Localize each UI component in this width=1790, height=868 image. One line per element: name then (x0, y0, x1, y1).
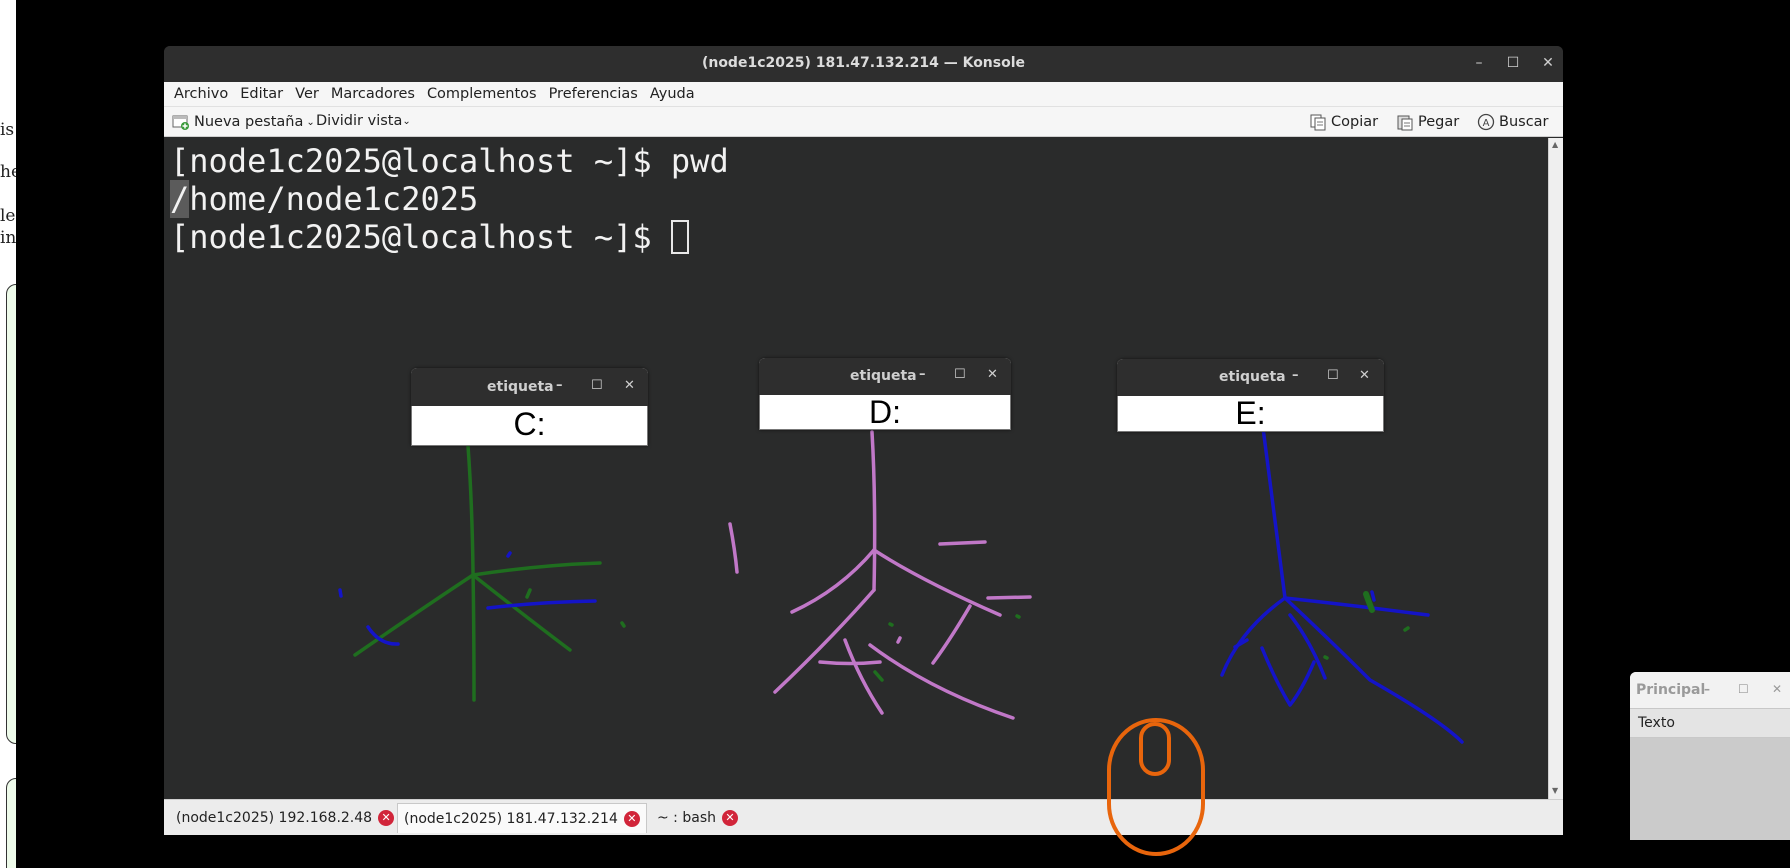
new-tab-label: Nueva pestaña (194, 114, 304, 130)
close-icon[interactable]: ✕ (1539, 54, 1557, 72)
terminal-output: home/node1c2025 (189, 180, 479, 218)
etiqueta-window-c: etiqueta – ☐ ✕ C: (411, 368, 648, 446)
principal-titlebar[interactable]: Principal – ☐ ✕ (1630, 672, 1790, 708)
paste-label: Pegar (1418, 114, 1460, 130)
etiqueta-window-d: etiqueta – ☐ ✕ D: (759, 358, 1011, 430)
svg-text:A: A (1483, 118, 1490, 129)
copy-label: Copiar (1331, 114, 1379, 130)
close-tab-icon[interactable]: ✕ (623, 810, 640, 827)
copy-icon (1310, 114, 1326, 131)
paste-button[interactable]: Pegar (1396, 113, 1459, 131)
terminal-scrollbar[interactable]: ▲ ▼ (1548, 138, 1563, 799)
terminal-prompt: [node1c2025@localhost ~]$ (170, 218, 671, 256)
tab-session-2[interactable]: (node1c2025) 181.47.132.214 ✕ (397, 803, 647, 833)
principal-label: Texto (1630, 708, 1790, 738)
selected-char: / (170, 180, 190, 218)
close-icon[interactable]: ✕ (1359, 368, 1370, 383)
close-tab-icon[interactable]: ✕ (721, 810, 738, 826)
tab-session-3[interactable]: ~ : bash ✕ (651, 806, 744, 830)
etiqueta-label: C: (411, 406, 648, 446)
menu-preferencias[interactable]: Preferencias (543, 82, 644, 102)
minimize-icon[interactable]: – (1704, 682, 1710, 696)
menu-bar: Archivo Editar Ver Marcadores Complementos Pr… (164, 82, 1563, 107)
window-titlebar[interactable]: (node1c2025) 181.47.132.214 — Konsole – … (164, 46, 1563, 82)
menu-ver[interactable]: Ver (289, 82, 325, 102)
menu-ayuda[interactable]: Ayuda (644, 82, 701, 102)
tab-bar: (node1c2025) 192.168.2.48 ✕ (node1c2025) … (164, 799, 1563, 835)
etiqueta-titlebar[interactable]: etiqueta – ☐ ✕ (759, 358, 1011, 395)
doc-text-fragment: ing (0, 228, 16, 248)
etiqueta-window-e: etiqueta – ☐ ✕ E: (1117, 359, 1384, 432)
scroll-down-icon[interactable]: ▼ (1552, 786, 1558, 795)
maximize-icon[interactable]: ☐ (954, 367, 966, 382)
minimize-icon[interactable]: – (556, 378, 563, 393)
dropdown-arrow-icon: ⌄ (402, 115, 411, 127)
tab-label: (node1c2025) 192.168.2.48 (176, 810, 373, 826)
etiqueta-title: etiqueta (487, 379, 554, 395)
new-tab-icon (172, 115, 189, 130)
menu-complementos[interactable]: Complementos (421, 82, 543, 102)
minimize-icon[interactable]: – (1470, 54, 1488, 72)
konsole-window: (node1c2025) 181.47.132.214 — Konsole – … (164, 46, 1563, 835)
terminal-line: [node1c2025@localhost ~]$ (170, 218, 689, 256)
dropdown-arrow-icon: ⌄ (306, 116, 315, 128)
menu-editar[interactable]: Editar (234, 82, 289, 102)
maximize-icon[interactable]: ☐ (1504, 54, 1522, 72)
close-icon[interactable]: ✕ (1772, 682, 1782, 696)
doc-box (6, 778, 16, 868)
doc-text-fragment: her (0, 162, 16, 182)
doc-text-fragment: is (0, 120, 15, 140)
terminal-cursor (670, 220, 689, 254)
close-tab-icon[interactable]: ✕ (378, 810, 395, 826)
terminal-line: [node1c2025@localhost ~]$ pwd (170, 142, 729, 180)
doc-box (6, 284, 16, 744)
etiqueta-label: D: (759, 395, 1011, 430)
window-title: (node1c2025) 181.47.132.214 — Konsole (701, 55, 1026, 71)
maximize-icon[interactable]: ☐ (1738, 682, 1749, 696)
paste-icon (1397, 115, 1413, 131)
menu-archivo[interactable]: Archivo (168, 82, 234, 102)
toolbar: Nueva pestaña ⌄ Dividir vista ⌄ Copiar Peg… (164, 107, 1563, 137)
terminal-area[interactable]: [node1c2025@localhost ~]$ pwd /home/node… (164, 138, 1548, 799)
find-label: Buscar (1499, 114, 1549, 130)
etiqueta-titlebar[interactable]: etiqueta – ☐ ✕ (1117, 359, 1384, 396)
minimize-icon[interactable]: – (1292, 368, 1299, 383)
etiqueta-label: E: (1117, 396, 1384, 432)
close-icon[interactable]: ✕ (624, 378, 635, 393)
menu-marcadores[interactable]: Marcadores (325, 82, 421, 102)
doc-text-fragment: lea (0, 206, 16, 226)
tab-label: ~ : bash (657, 810, 716, 826)
principal-window: Principal – ☐ ✕ Texto (1630, 672, 1790, 840)
etiqueta-titlebar[interactable]: etiqueta – ☐ ✕ (411, 368, 648, 406)
search-icon: A (1477, 113, 1495, 131)
maximize-icon[interactable]: ☐ (1327, 368, 1339, 383)
principal-title: Principal (1636, 682, 1706, 698)
principal-text-area[interactable] (1630, 738, 1790, 840)
split-view-label: Dividir vista (316, 113, 403, 129)
split-view-button[interactable]: Dividir vista ⌄ (316, 113, 411, 129)
minimize-icon[interactable]: – (919, 367, 926, 382)
terminal-line: /home/node1c2025 (170, 180, 478, 218)
maximize-icon[interactable]: ☐ (591, 378, 603, 393)
scroll-up-icon[interactable]: ▲ (1552, 140, 1558, 149)
find-button[interactable]: A Buscar (1477, 113, 1549, 131)
tab-label: (node1c2025) 181.47.132.214 (404, 810, 618, 827)
etiqueta-title: etiqueta (850, 368, 917, 384)
etiqueta-title: etiqueta (1219, 369, 1286, 385)
new-tab-button[interactable]: Nueva pestaña ⌄ (172, 113, 315, 131)
copy-button[interactable]: Copiar (1309, 113, 1378, 131)
background-document: is her lea ing (0, 0, 16, 868)
close-icon[interactable]: ✕ (987, 367, 998, 382)
tab-session-1[interactable]: (node1c2025) 192.168.2.48 ✕ (170, 806, 400, 830)
